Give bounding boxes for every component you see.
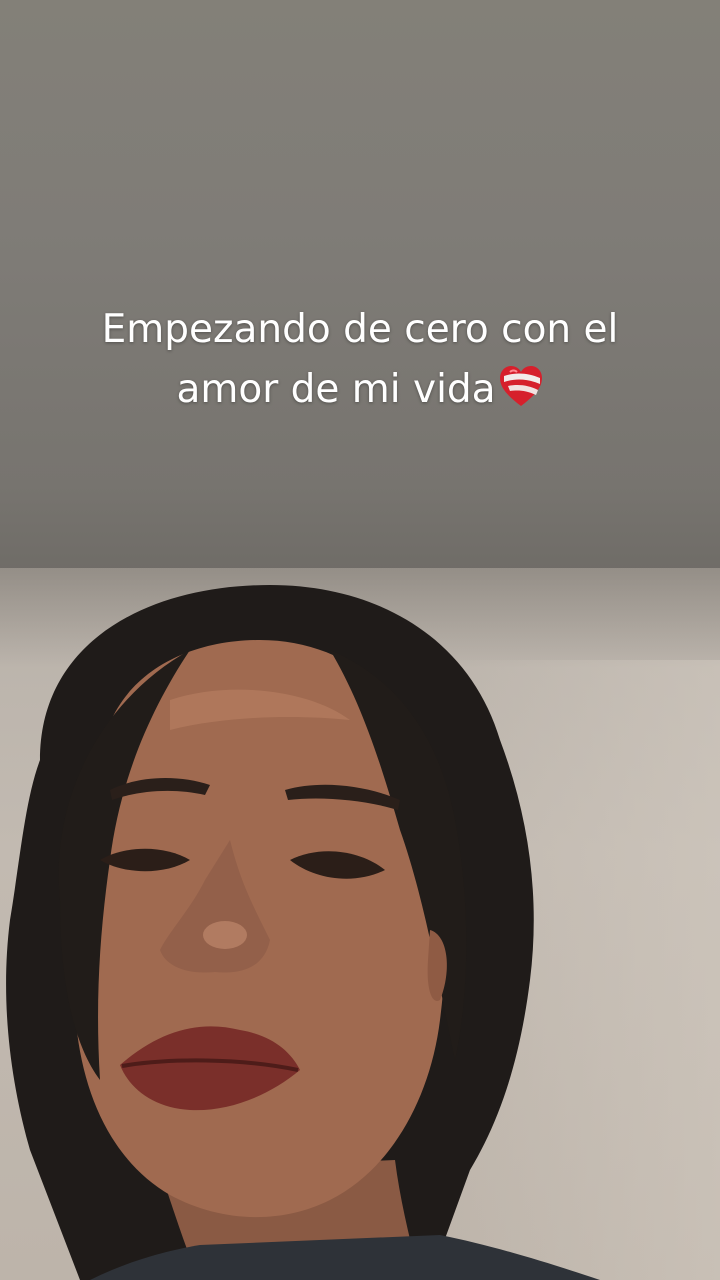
ceiling-background xyxy=(0,0,720,572)
caption-line-2: amor de mi vida xyxy=(40,360,680,420)
caption-line-2-text: amor de mi vida xyxy=(176,367,496,412)
nose-tip-highlight xyxy=(203,921,247,949)
caption-line-1: Empezando de cero con el xyxy=(101,307,619,352)
person-selfie xyxy=(6,585,600,1280)
caption-overlay: Empezando de cero con el amor de mi vida xyxy=(40,300,680,420)
video-frame: Empezando de cero con el amor de mi vida xyxy=(0,0,720,1280)
mending-heart-icon xyxy=(499,366,542,406)
